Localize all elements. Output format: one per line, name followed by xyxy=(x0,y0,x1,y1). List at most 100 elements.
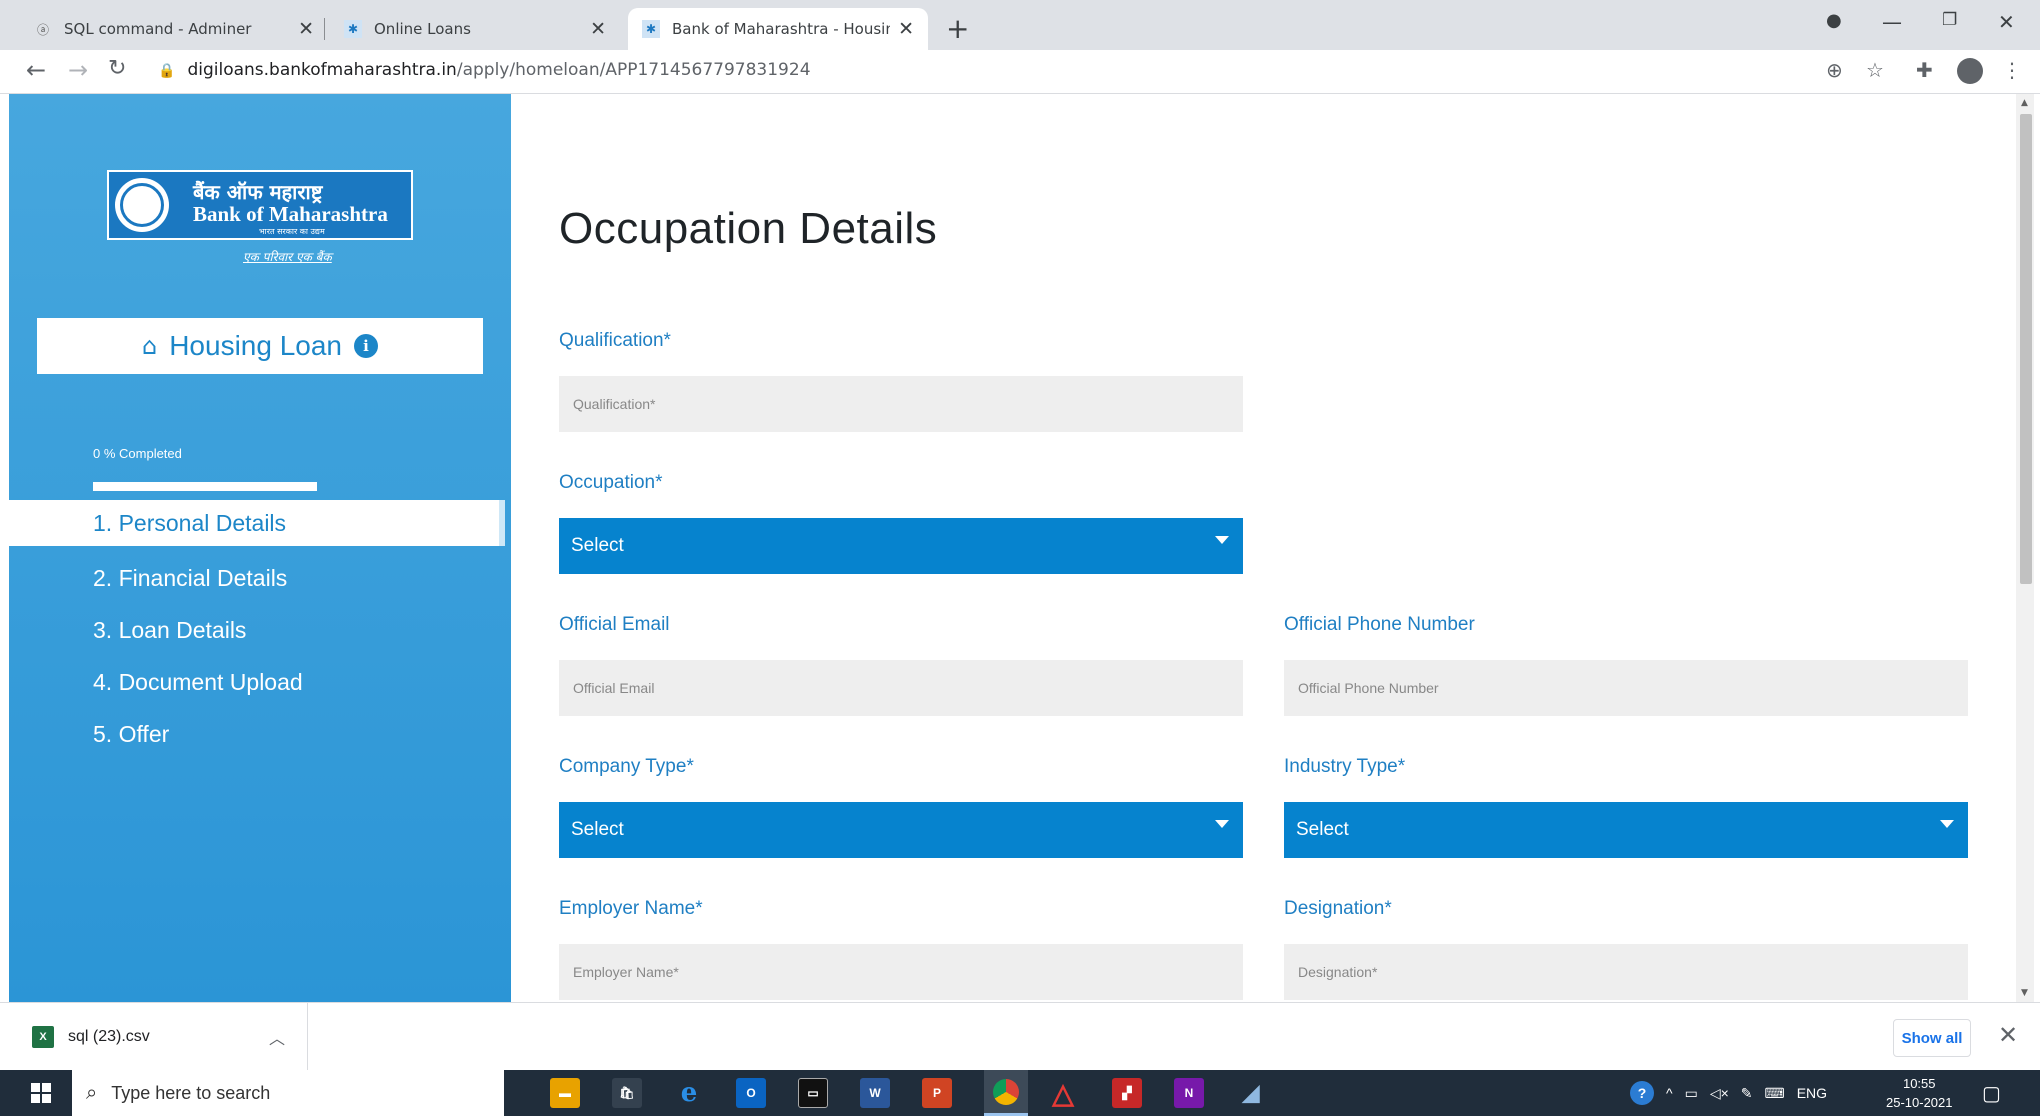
download-file-name: sql (23).csv xyxy=(68,1028,150,1045)
chevron-up-icon[interactable]: ︿ xyxy=(269,1025,285,1049)
official-phone-label: Official Phone Number xyxy=(1284,614,1475,635)
edge-icon[interactable]: e xyxy=(674,1078,704,1108)
company-type-label: Company Type* xyxy=(559,756,694,777)
triangle-app-icon[interactable]: △ xyxy=(1048,1078,1078,1109)
pen-icon[interactable]: ✎ xyxy=(1741,1085,1753,1102)
qualification-input[interactable]: Qualification* xyxy=(559,376,1243,432)
forward-icon[interactable]: → xyxy=(68,56,88,84)
close-downloads-icon[interactable]: ✕ xyxy=(1998,1021,2018,1049)
occupation-select-value: Select xyxy=(571,535,624,556)
new-tab-icon[interactable]: + xyxy=(946,12,969,45)
page-scrollbar[interactable]: ▲ ▼ xyxy=(2016,94,2034,1002)
tab-divider xyxy=(324,18,325,40)
official-email-input[interactable]: Official Email xyxy=(559,660,1243,716)
step-offer[interactable]: 5. Offer xyxy=(9,708,511,760)
tab-online-loans[interactable]: ✱ Online Loans ✕ xyxy=(330,8,620,50)
tab-bank-of-maharashtra[interactable]: ✱ Bank of Maharashtra - Housing L ✕ xyxy=(628,8,928,50)
start-button[interactable] xyxy=(10,1070,72,1116)
chevron-up-tray-icon[interactable]: ^ xyxy=(1666,1085,1673,1101)
page-viewport: बैंक ऑफ महाराष्ट्र Bank of Maharashtra भ… xyxy=(0,94,2040,1002)
occupation-select[interactable]: Select xyxy=(559,518,1243,574)
scroll-down-icon[interactable]: ▼ xyxy=(2021,988,2028,998)
step-loan-details[interactable]: 3. Loan Details xyxy=(9,604,511,656)
progress-bar xyxy=(93,482,317,491)
terminal-icon[interactable]: ▭ xyxy=(798,1078,828,1108)
official-email-label: Official Email xyxy=(559,614,670,635)
step-list: 1. Personal Details 2. Financial Details… xyxy=(9,500,511,760)
company-type-select-value: Select xyxy=(571,819,624,840)
outlook-icon[interactable]: O xyxy=(736,1078,766,1108)
loan-type-card: ⌂ Housing Loan i xyxy=(37,318,483,374)
qualification-label: Qualification* xyxy=(559,330,671,351)
tab-search-icon[interactable]: ● xyxy=(1826,10,1842,31)
minimize-icon[interactable]: — xyxy=(1882,10,1902,34)
official-phone-input[interactable]: Official Phone Number xyxy=(1284,660,1968,716)
volume-muted-icon[interactable]: ◁× xyxy=(1710,1085,1729,1102)
network-icon[interactable]: ▭ xyxy=(1685,1085,1698,1102)
chrome-logo-icon xyxy=(993,1078,1019,1105)
zoom-icon[interactable]: ⊕ xyxy=(1826,58,1843,82)
sidebar: बैंक ऑफ महाराष्ट्र Bank of Maharashtra भ… xyxy=(9,94,511,1002)
clock-date: 25-10-2021 xyxy=(1886,1095,1953,1110)
screen-tool-icon[interactable]: ▞ xyxy=(1112,1078,1142,1108)
notifications-icon[interactable]: ▢ xyxy=(1982,1070,2001,1116)
logo-english-text: Bank of Maharashtra xyxy=(193,202,388,226)
industry-type-select[interactable]: Select xyxy=(1284,802,1968,858)
reload-icon[interactable]: ↻ xyxy=(108,56,126,81)
lock-icon: 🔒 xyxy=(158,63,176,79)
pen-app-icon[interactable]: ◢ xyxy=(1236,1078,1266,1108)
company-type-field: Company Type* Select xyxy=(559,756,1243,858)
language-indicator[interactable]: ENG xyxy=(1797,1085,1827,1101)
keyboard-icon[interactable]: ⌨ xyxy=(1765,1085,1785,1102)
system-tray: ? ^ ▭ ◁× ✎ ⌨ ENG xyxy=(1630,1070,1827,1116)
bank-favicon-icon: ✱ xyxy=(642,20,660,38)
store-icon[interactable]: 🛍 xyxy=(612,1078,642,1108)
bookmark-star-icon[interactable]: ☆ xyxy=(1866,58,1884,82)
company-type-select[interactable]: Select xyxy=(559,802,1243,858)
profile-avatar[interactable] xyxy=(1957,58,1983,84)
close-tab-icon[interactable]: ✕ xyxy=(590,18,606,40)
dropdown-caret-icon xyxy=(1940,820,1954,828)
help-icon[interactable]: ? xyxy=(1630,1081,1654,1105)
employer-name-label: Employer Name* xyxy=(559,898,703,919)
logo-box: बैंक ऑफ महाराष्ट्र Bank of Maharashtra भ… xyxy=(107,170,413,240)
scroll-up-icon[interactable]: ▲ xyxy=(2021,98,2028,108)
step-document-upload[interactable]: 4. Document Upload xyxy=(9,656,511,708)
loan-type-title: Housing Loan xyxy=(169,330,343,361)
download-item[interactable]: X sql (23).csv ︿ xyxy=(0,1003,308,1071)
url-path: /apply/homeloan/APP1714567797831924 xyxy=(456,60,811,80)
scroll-thumb[interactable] xyxy=(2020,114,2032,584)
step-personal-details[interactable]: 1. Personal Details xyxy=(9,500,505,546)
employer-name-field: Employer Name* Employer Name* xyxy=(559,898,1243,1000)
dropdown-caret-icon xyxy=(1215,536,1229,544)
dropdown-caret-icon xyxy=(1215,820,1229,828)
extensions-icon[interactable]: ✚ xyxy=(1916,58,1933,82)
close-tab-icon[interactable]: ✕ xyxy=(898,18,914,40)
step-financial-details[interactable]: 2. Financial Details xyxy=(9,552,511,604)
designation-label: Designation* xyxy=(1284,898,1392,919)
bank-favicon-icon: ✱ xyxy=(344,20,362,38)
file-explorer-icon[interactable]: ▬ xyxy=(550,1078,580,1108)
onenote-icon[interactable]: N xyxy=(1174,1078,1204,1108)
back-icon[interactable]: ← xyxy=(26,56,46,84)
menu-icon[interactable]: ⋮ xyxy=(2002,58,2022,82)
tab-title: SQL command - Adminer xyxy=(64,20,252,38)
logo-hindi-text: बैंक ऑफ महाराष्ट्र xyxy=(193,180,323,204)
clock[interactable]: 10:55 25-10-2021 xyxy=(1886,1074,1953,1112)
word-icon[interactable]: W xyxy=(860,1078,890,1108)
employer-name-input[interactable]: Employer Name* xyxy=(559,944,1243,1000)
close-tab-icon[interactable]: ✕ xyxy=(298,18,314,40)
tab-adminer[interactable]: ⓐ SQL command - Adminer ✕ xyxy=(20,8,328,50)
browser-tab-strip: ⓐ SQL command - Adminer ✕ ✱ Online Loans… xyxy=(0,0,2040,50)
chrome-icon[interactable] xyxy=(984,1070,1028,1116)
designation-input[interactable]: Designation* xyxy=(1284,944,1968,1000)
taskbar-search-placeholder: Type here to search xyxy=(111,1082,271,1103)
address-bar[interactable]: 🔒 digiloans.bankofmaharashtra.in/apply/ho… xyxy=(158,60,811,80)
powerpoint-icon[interactable]: P xyxy=(922,1078,952,1108)
designation-field: Designation* Designation* xyxy=(1284,898,1968,1000)
restore-icon[interactable]: ❐ xyxy=(1942,10,1957,30)
taskbar-search[interactable]: ⌕ Type here to search xyxy=(72,1070,504,1116)
show-all-button[interactable]: Show all xyxy=(1893,1019,1971,1057)
info-icon[interactable]: i xyxy=(354,334,379,358)
window-close-icon[interactable]: ✕ xyxy=(1998,10,2015,34)
